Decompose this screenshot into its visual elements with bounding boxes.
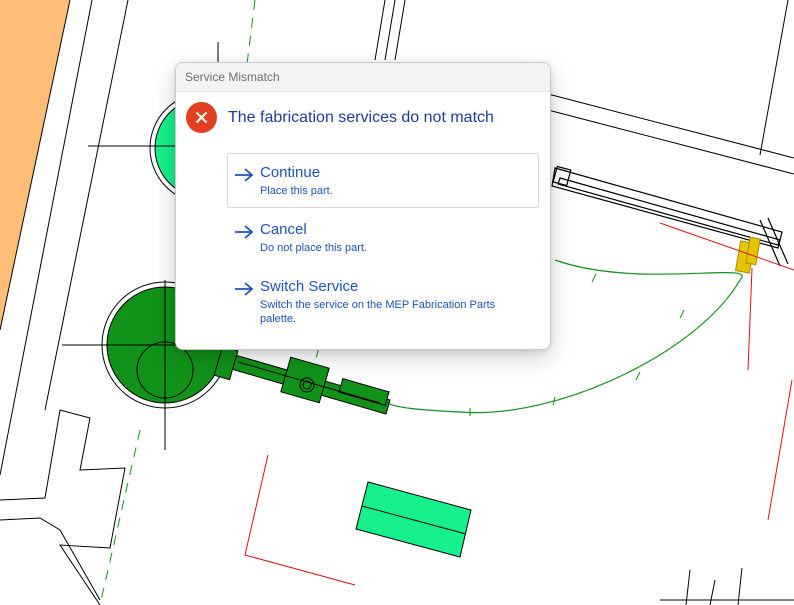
equipment-block: [355, 481, 472, 558]
cancel-option[interactable]: Cancel Do not place this part.: [227, 210, 539, 265]
cancel-label: Cancel: [260, 221, 307, 238]
arrow-right-icon: [235, 168, 254, 182]
dialog-heading-row: The fabrication services do not match: [186, 102, 494, 133]
switch-service-label: Switch Service: [260, 278, 359, 295]
continue-option[interactable]: Continue Place this part.: [227, 153, 539, 208]
switch-service-option[interactable]: Switch Service Switch the service on the…: [227, 267, 539, 335]
dialog-title: Service Mismatch: [185, 70, 280, 84]
highlighted-fitting: [734, 236, 761, 274]
dialog-heading: The fabrication services do not match: [228, 108, 494, 126]
pipe-assembly: [213, 345, 391, 415]
continue-label: Continue: [260, 164, 321, 181]
service-mismatch-dialog: Service Mismatch The fabrication service…: [175, 62, 551, 350]
cancel-description: Do not place this part.: [260, 242, 368, 254]
continue-description: Place this part.: [260, 185, 333, 197]
arrow-right-icon: [235, 225, 254, 239]
error-icon: [186, 102, 217, 133]
switch-service-description: Switch the service on the MEP Fabricatio…: [260, 299, 496, 325]
arrow-right-icon: [235, 282, 254, 296]
dialog-titlebar[interactable]: Service Mismatch: [176, 63, 550, 92]
